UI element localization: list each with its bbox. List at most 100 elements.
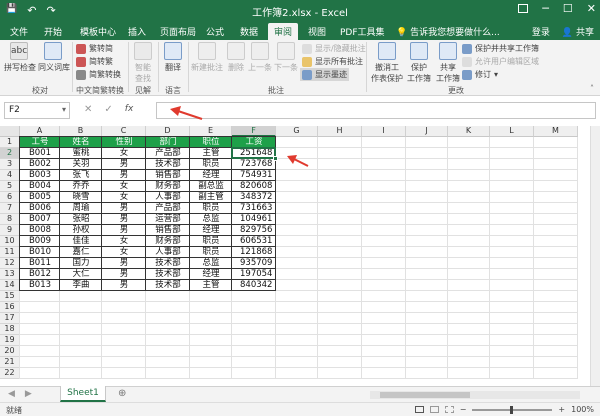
tab-review[interactable]: 审阅 [268, 23, 299, 40]
lightbulb-icon: 💡 [396, 28, 408, 38]
tab-page-layout[interactable]: 页面布局 [160, 25, 196, 38]
row-header-19[interactable]: 19 [0, 335, 20, 346]
cancel-icon[interactable]: ✕ [84, 104, 92, 115]
gridline [317, 137, 318, 379]
convert-button[interactable]: 简繁转换 [76, 69, 121, 80]
column-header-m[interactable]: M [534, 126, 578, 137]
row-header-22[interactable]: 22 [0, 368, 20, 379]
new-comment-button[interactable]: 新建批注 [190, 42, 224, 73]
next-sheet-icon[interactable]: ▶ [25, 389, 32, 399]
allow-edit-ranges-button[interactable]: 允许用户编辑区域 [462, 56, 539, 67]
share-workbook-button[interactable]: 共享 工作簿 [434, 42, 462, 84]
tab-pdf-tools[interactable]: PDF工具集 [340, 25, 385, 38]
row-header-11[interactable]: 11 [0, 247, 20, 258]
minimize-button[interactable]: ─ [542, 2, 549, 15]
row-header-8[interactable]: 8 [0, 214, 20, 225]
name-box[interactable]: F2 [4, 102, 70, 119]
column-header-h[interactable]: H [318, 126, 362, 137]
show-ink-button[interactable]: 显示墨迹 [300, 68, 349, 81]
worksheet-grid[interactable]: ABCDEFGHIJKLM 1 2 3 4 5 6 7 8 9 10 11 12 13 14 15 16 17 1… [0, 126, 596, 386]
zoom-level[interactable]: 100% [571, 405, 594, 414]
row-header-20[interactable]: 20 [0, 346, 20, 357]
zoom-in-button[interactable]: + [558, 405, 565, 414]
tab-insert[interactable]: 插入 [128, 25, 146, 38]
column-header-l[interactable]: L [490, 126, 534, 137]
maximize-button[interactable]: ☐ [563, 2, 573, 15]
next-comment-button[interactable]: 下一条 [274, 42, 298, 73]
row-header-18[interactable]: 18 [0, 324, 20, 335]
tab-data[interactable]: 数据 [240, 25, 258, 38]
row-header-15[interactable]: 15 [0, 291, 20, 302]
show-hide-comment-button[interactable]: 显示/隐藏批注 [302, 43, 366, 54]
column-header-k[interactable]: K [448, 126, 490, 137]
row-header-7[interactable]: 7 [0, 203, 20, 214]
ribbon-display-icon[interactable] [518, 4, 529, 13]
unprotect-sheet-button[interactable]: 撤消工 作表保护 [370, 42, 404, 84]
trad-to-simp-button[interactable]: 繁转简 [76, 43, 113, 54]
row-header-14[interactable]: 14 [0, 280, 20, 291]
column-header-j[interactable]: J [406, 126, 448, 137]
tab-file[interactable]: 文件 [10, 25, 28, 38]
row-header-4[interactable]: 4 [0, 170, 20, 181]
select-all-corner[interactable] [0, 126, 20, 137]
window-controls: ─ ☐ ✕ [518, 2, 596, 15]
zoom-out-button[interactable]: − [460, 405, 467, 414]
thesaurus-button[interactable]: 同义词库 [38, 42, 70, 73]
tab-template-center[interactable]: 模板中心 [80, 25, 116, 38]
enter-icon[interactable]: ✓ [104, 104, 112, 115]
table-border [19, 180, 276, 181]
column-header-i[interactable]: I [362, 126, 406, 137]
simp-to-trad-button[interactable]: 简转繁 [76, 56, 113, 67]
protect-share-button[interactable]: 保护并共享工作簿 [462, 43, 539, 54]
row-header-10[interactable]: 10 [0, 236, 20, 247]
row-header-13[interactable]: 13 [0, 269, 20, 280]
gridline [533, 137, 534, 379]
tab-view[interactable]: 视图 [308, 25, 326, 38]
formula-bar: F2 ▾ ✕ ✓ fx [0, 100, 600, 122]
horizontal-scroll-thumb[interactable] [380, 392, 470, 398]
row-header-21[interactable]: 21 [0, 357, 20, 368]
collapse-ribbon-icon[interactable]: ˄ [590, 84, 594, 93]
gridline [20, 367, 578, 368]
row-header-5[interactable]: 5 [0, 181, 20, 192]
share-button[interactable]: 👤 共享 [562, 25, 594, 38]
column-header-g[interactable]: G [276, 126, 318, 137]
show-all-comments-button[interactable]: 显示所有批注 [302, 56, 363, 67]
page-layout-view-icon[interactable] [429, 406, 439, 413]
sheet-tab-sheet1[interactable]: Sheet1 [60, 386, 106, 402]
horizontal-scrollbar[interactable] [370, 391, 580, 399]
name-box-dropdown-icon[interactable]: ▾ [62, 105, 66, 114]
table-border [19, 213, 276, 214]
vertical-scrollbar[interactable] [590, 126, 600, 386]
previous-comment-button[interactable]: 上一条 [248, 42, 272, 73]
delete-comment-button[interactable]: 删除 [226, 42, 246, 73]
row-header-16[interactable]: 16 [0, 302, 20, 313]
row-header-17[interactable]: 17 [0, 313, 20, 324]
zoom-slider-knob[interactable] [510, 405, 514, 414]
tab-home[interactable]: 开始 [44, 25, 62, 38]
prev-sheet-icon[interactable]: ◀ [8, 389, 15, 399]
spelling-button[interactable]: abc 拼写检查 [4, 42, 36, 73]
row-header-6[interactable]: 6 [0, 192, 20, 203]
insert-function-icon[interactable]: fx [125, 104, 134, 115]
track-changes-button[interactable]: 修订 ▾ [462, 69, 498, 80]
close-button[interactable]: ✕ [587, 2, 596, 15]
tell-me-box[interactable]: 💡 告诉我您想要做什么... [396, 25, 500, 38]
row-header-3[interactable]: 3 [0, 159, 20, 170]
tab-formulas[interactable]: 公式 [206, 25, 224, 38]
convert-icon [76, 69, 86, 80]
page-break-view-icon[interactable] [444, 406, 454, 413]
formula-input[interactable] [156, 102, 596, 119]
login-link[interactable]: 登录 [532, 25, 550, 38]
row-header-2[interactable]: 2 [0, 148, 20, 159]
translate-button[interactable]: 翻译 [161, 42, 185, 73]
delete-comment-icon [227, 42, 245, 60]
row-header-1[interactable]: 1 [0, 137, 20, 148]
row-header-12[interactable]: 12 [0, 258, 20, 269]
smart-lookup-button[interactable]: 智能 查找 [131, 42, 155, 84]
normal-view-icon[interactable] [414, 406, 424, 413]
row-header-9[interactable]: 9 [0, 225, 20, 236]
add-sheet-icon[interactable]: ⊕ [118, 388, 126, 399]
zoom-slider[interactable] [472, 405, 553, 414]
protect-workbook-button[interactable]: 保护 工作簿 [404, 42, 434, 84]
